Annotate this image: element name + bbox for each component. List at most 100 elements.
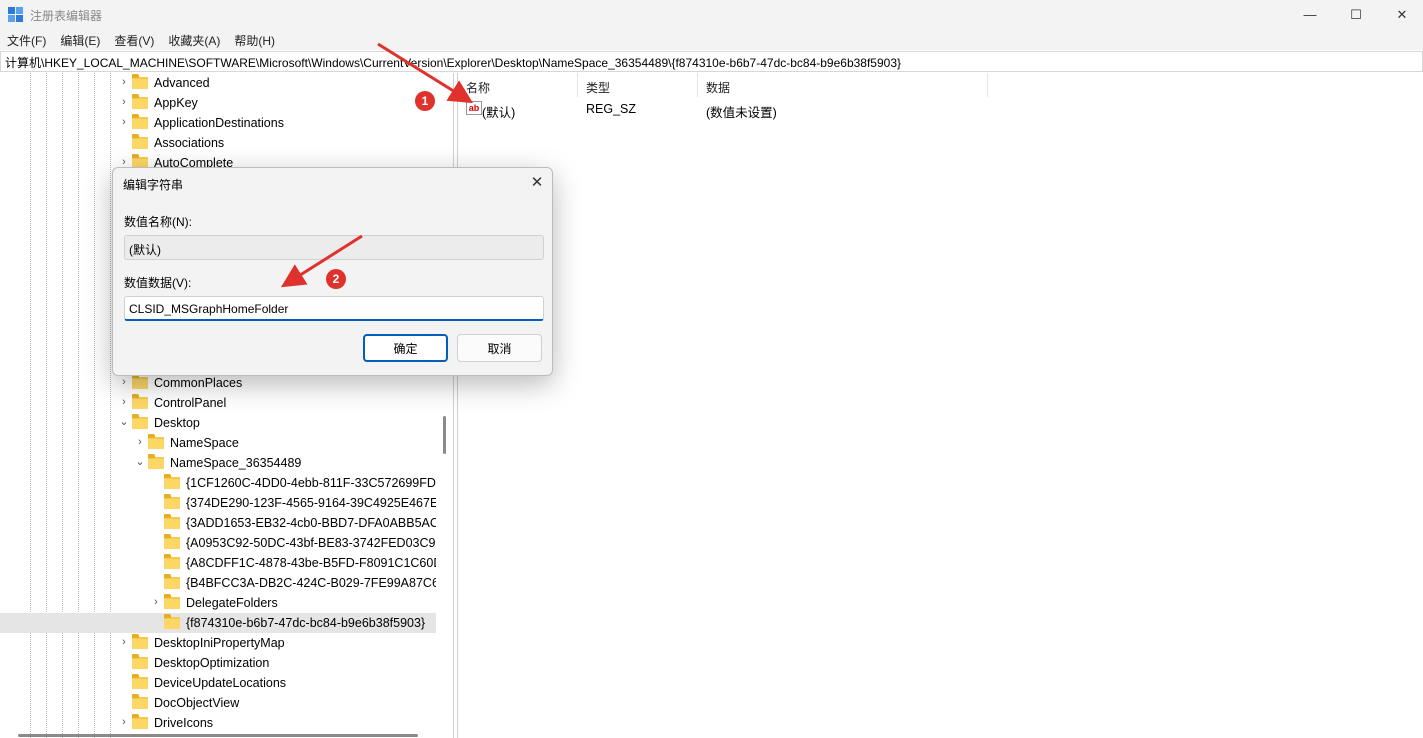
folder-icon — [164, 534, 180, 549]
expander-icon[interactable] — [150, 576, 162, 588]
value-name: (默认) — [482, 106, 516, 120]
expander-icon[interactable]: › — [134, 436, 146, 448]
ok-button[interactable]: 确定 — [363, 334, 448, 362]
expander-icon[interactable]: › — [118, 396, 130, 408]
tree-item[interactable]: {374DE290-123F-4565-9164-39C4925E467E — [0, 493, 439, 513]
tree-item[interactable]: DesktopOptimization — [0, 653, 436, 673]
folder-icon — [132, 114, 148, 129]
value-data-label: 数值数据(V): — [124, 276, 192, 290]
expander-icon[interactable]: › — [118, 636, 130, 648]
folder-icon — [164, 554, 180, 569]
expander-icon[interactable] — [118, 676, 130, 688]
expander-icon[interactable] — [150, 616, 162, 628]
menu-edit[interactable]: 编辑(E) — [53, 29, 107, 50]
expander-icon[interactable] — [150, 476, 162, 488]
cancel-button[interactable]: 取消 — [457, 334, 542, 362]
folder-icon — [132, 414, 148, 429]
dialog-close-button[interactable]: ✕ — [525, 173, 549, 193]
minimize-button[interactable]: — — [1287, 0, 1333, 29]
expander-icon[interactable] — [118, 696, 130, 708]
expander-icon[interactable] — [150, 536, 162, 548]
expander-icon[interactable] — [150, 556, 162, 568]
tree-item-label: {1CF1260C-4DD0-4ebb-811F-33C572699FD — [186, 476, 436, 490]
expander-icon[interactable]: ⌄ — [118, 416, 130, 428]
tree-item[interactable]: DocObjectView — [0, 693, 436, 713]
folder-icon — [132, 74, 148, 89]
menu-file[interactable]: 文件(F) — [0, 29, 53, 50]
column-header-data[interactable]: 数据 — [698, 73, 988, 97]
tree-item[interactable]: ⌄ Desktop — [0, 413, 436, 433]
expander-icon[interactable]: › — [118, 116, 130, 128]
folder-icon — [164, 614, 180, 629]
tree-item[interactable]: {3ADD1653-EB32-4cb0-BBD7-DFA0ABB5AC — [0, 513, 439, 533]
menu-view[interactable]: 查看(V) — [107, 29, 161, 50]
expander-icon[interactable]: › — [118, 716, 130, 728]
tree-item[interactable]: DeviceUpdateLocations — [0, 673, 436, 693]
registry-editor-icon — [8, 7, 24, 23]
tree-item[interactable]: › ControlPanel — [0, 393, 436, 413]
value-list: 名称 类型 数据 ab (默认) REG_SZ (数值未设置) — [458, 73, 1423, 738]
value-type: REG_SZ — [586, 102, 637, 116]
tree-item[interactable]: {1CF1260C-4DD0-4ebb-811F-33C572699FD — [0, 473, 436, 493]
column-header-name[interactable]: 名称 — [458, 73, 578, 97]
expander-icon[interactable]: › — [118, 76, 130, 88]
folder-icon — [132, 134, 148, 149]
folder-icon — [164, 494, 180, 509]
tree-item-label: Associations — [154, 136, 225, 150]
value-data-input[interactable]: CLSID_MSGraphHomeFolder — [124, 296, 544, 321]
tree-horizontal-scrollbar[interactable] — [18, 734, 418, 737]
tree-item[interactable]: › DriveIcons — [0, 713, 436, 733]
tree-item[interactable]: › AppKey — [0, 93, 436, 113]
address-bar[interactable]: 计算机\HKEY_LOCAL_MACHINE\SOFTWARE\Microsof… — [0, 51, 1423, 72]
folder-icon — [132, 94, 148, 109]
menu-favorites[interactable]: 收藏夹(A) — [161, 29, 227, 50]
tree-item-label: {374DE290-123F-4565-9164-39C4925E467E — [186, 496, 439, 510]
folder-icon — [148, 434, 164, 449]
tree-item[interactable]: ⌄ NameSpace_36354489 — [0, 453, 436, 473]
expander-icon[interactable] — [150, 496, 162, 508]
tree-item[interactable]: {A8CDFF1C-4878-43be-B5FD-F8091C1C60D — [0, 553, 442, 573]
minimize-icon: — — [1303, 7, 1317, 22]
folder-icon — [164, 474, 180, 489]
tree-item-label: DeviceUpdateLocations — [154, 676, 287, 690]
value-name-field: (默认) — [124, 235, 544, 260]
menu-help[interactable]: 帮助(H) — [227, 29, 282, 50]
annotation-badge-2: 2 — [326, 269, 346, 289]
tree-item[interactable]: {B4BFCC3A-DB2C-424C-B029-7FE99A87C64 — [0, 573, 446, 593]
dialog-title: 编辑字符串 — [123, 178, 184, 192]
expander-icon[interactable] — [150, 516, 162, 528]
close-icon: ✕ — [530, 174, 544, 191]
tree-item-label: {f874310e-b6b7-47dc-bc84-b9e6b38f5903} — [186, 616, 426, 630]
expander-icon[interactable]: › — [118, 96, 130, 108]
maximize-button[interactable]: ☐ — [1333, 0, 1379, 29]
tree-item[interactable]: Associations — [0, 133, 436, 153]
column-header-type[interactable]: 类型 — [578, 73, 698, 97]
tree-item[interactable]: › NameSpace — [0, 433, 436, 453]
folder-icon — [132, 654, 148, 669]
tree-item-label: DelegateFolders — [186, 596, 278, 610]
expander-icon[interactable] — [118, 656, 130, 668]
tree-item[interactable]: › ApplicationDestinations — [0, 113, 436, 133]
tree-item[interactable]: {f874310e-b6b7-47dc-bc84-b9e6b38f5903} — [0, 613, 436, 633]
tree-item-label: {A8CDFF1C-4878-43be-B5FD-F8091C1C60D — [186, 556, 443, 570]
list-row[interactable]: ab (默认) REG_SZ (数值未设置) — [458, 98, 1423, 120]
folder-icon — [164, 574, 180, 589]
close-icon: ✕ — [1396, 6, 1408, 22]
tree-item[interactable]: › DelegateFolders — [0, 593, 436, 613]
tree-item-label: ControlPanel — [154, 396, 227, 410]
tree-item[interactable]: › DesktopIniPropertyMap — [0, 633, 436, 653]
tree-item-label: NameSpace_36354489 — [170, 456, 302, 470]
folder-icon — [132, 674, 148, 689]
expander-icon[interactable]: ⌄ — [134, 456, 146, 468]
expander-icon[interactable]: › — [150, 596, 162, 608]
tree-scroll-thumb[interactable] — [443, 416, 446, 454]
expander-icon[interactable] — [118, 136, 130, 148]
string-value-icon: ab — [466, 101, 482, 115]
tree-item-label: AppKey — [154, 96, 198, 110]
tree-item[interactable]: › CommonPlaces — [0, 373, 436, 393]
tree-item[interactable]: › Advanced — [0, 73, 436, 93]
close-button[interactable]: ✕ — [1379, 0, 1423, 29]
tree-item[interactable]: {A0953C92-50DC-43bf-BE83-3742FED03C9 — [0, 533, 436, 553]
tree-item-label: DocObjectView — [154, 696, 240, 710]
expander-icon[interactable]: › — [118, 376, 130, 388]
